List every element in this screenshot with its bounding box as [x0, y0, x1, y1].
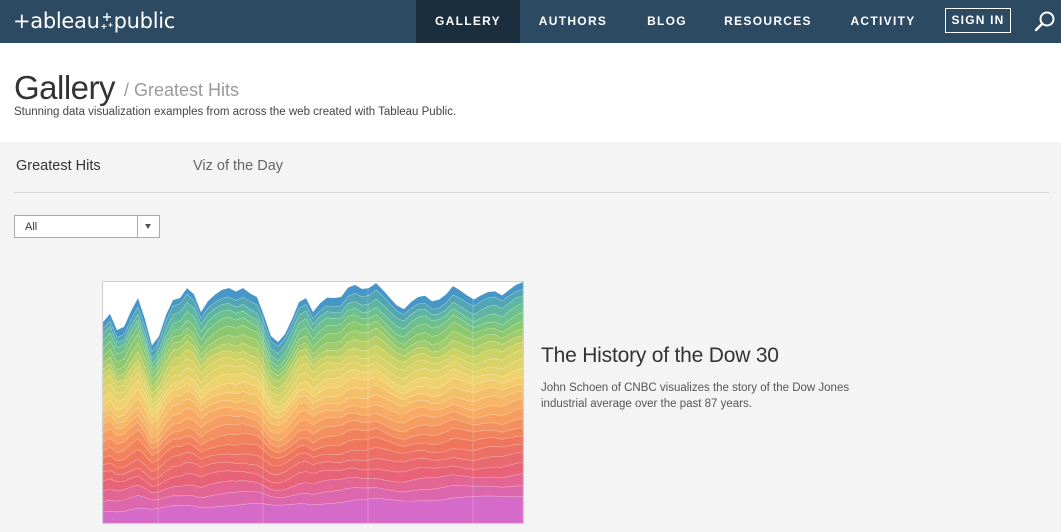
logo-text-tableau: +ableau	[13, 9, 100, 33]
featured-viz-thumbnail[interactable]	[102, 281, 524, 524]
tableau-public-logo[interactable]: +ableau public	[13, 7, 175, 35]
featured-viz-title[interactable]: The History of the Dow 30	[541, 344, 779, 368]
breadcrumb: / Greatest Hits	[124, 80, 240, 100]
featured-viz-description: John Schoen of CNBC visualizes the story…	[541, 382, 850, 410]
search-button[interactable]	[1033, 10, 1057, 34]
chevron-down-icon	[145, 224, 151, 229]
nav-resources[interactable]: RESOURCES	[716, 0, 820, 43]
logo-text-public: public	[113, 9, 176, 33]
filter-dropdown-toggle[interactable]	[137, 216, 159, 237]
nav-blog[interactable]: BLOG	[636, 0, 698, 43]
nav-gallery[interactable]: GALLERY	[416, 0, 520, 43]
category-filter-select[interactable]: All	[14, 215, 160, 238]
search-icon	[1034, 11, 1055, 32]
top-navigation-bar: +ableau public GALLERY AUTHORS BLOG RESO…	[0, 0, 1061, 43]
page-header: Gallery / Greatest Hits Stunning data vi…	[0, 43, 1061, 142]
stacked-area-thumbnail-image	[103, 282, 523, 523]
page-description: Stunning data visualization examples fro…	[14, 106, 457, 118]
nav-activity[interactable]: ACTIVITY	[840, 0, 926, 43]
tab-greatest-hits[interactable]: Greatest Hits	[16, 158, 101, 174]
tab-viz-of-the-day[interactable]: Viz of the Day	[193, 158, 283, 174]
tabs-divider	[14, 192, 1049, 193]
nav-authors[interactable]: AUTHORS	[528, 0, 618, 43]
sign-in-button[interactable]: SIGN IN	[945, 8, 1011, 33]
sparkle-icon	[101, 12, 113, 30]
filter-selected-value: All	[25, 221, 38, 233]
page-title: Gallery	[14, 69, 116, 106]
